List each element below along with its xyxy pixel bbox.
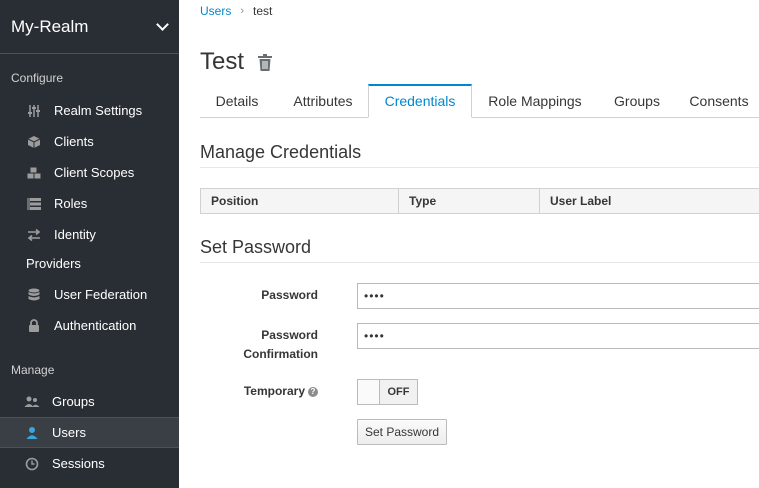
chevron-down-icon xyxy=(156,17,169,31)
sidebar-item-users[interactable]: Users xyxy=(0,417,179,448)
sidebar-item-label-continued: Providers xyxy=(26,256,81,271)
sidebar-item-realm-settings[interactable]: Realm Settings xyxy=(0,95,179,126)
sidebar-item-label: Roles xyxy=(54,196,88,211)
sidebar-item-client-scopes[interactable]: Client Scopes xyxy=(0,157,179,188)
tab-attributes[interactable]: Attributes xyxy=(278,84,368,118)
sidebar-item-label: Realm Settings xyxy=(54,103,143,118)
sidebar: My-Realm Configure Realm Settings Client… xyxy=(0,0,179,488)
toggle-state-label: OFF xyxy=(387,386,410,398)
tab-details[interactable]: Details xyxy=(200,84,274,118)
cubes-icon xyxy=(26,166,42,180)
sidebar-item-sessions[interactable]: Sessions xyxy=(0,448,179,479)
cube-icon xyxy=(26,135,42,149)
user-icon xyxy=(24,426,40,440)
password-label: Password xyxy=(261,288,318,302)
sidebar-item-authentication[interactable]: Authentication xyxy=(0,310,179,341)
password-confirmation-input[interactable]: •••• xyxy=(357,323,759,349)
password-confirmation-label: Password Confirmation xyxy=(200,326,318,364)
sidebar-item-roles[interactable]: Roles xyxy=(0,188,179,219)
section-label-configure: Configure xyxy=(11,71,64,85)
tab-bar: Details Attributes Credentials Role Mapp… xyxy=(200,84,759,118)
sidebar-item-label: User Federation xyxy=(54,287,148,302)
realm-selector[interactable]: My-Realm xyxy=(0,0,179,54)
exchange-icon xyxy=(26,228,42,242)
sidebar-item-identity-providers[interactable]: Identity xyxy=(0,219,179,250)
sidebar-item-label: Authentication xyxy=(54,318,137,333)
sidebar-item-label: Users xyxy=(52,425,86,440)
manage-credentials-heading: Manage Credentials xyxy=(200,142,362,162)
sidebar-item-label: Clients xyxy=(54,134,94,149)
tab-groups[interactable]: Groups xyxy=(598,84,676,118)
password-input[interactable]: •••• xyxy=(357,283,759,309)
divider xyxy=(200,167,759,168)
main-content: Users › test Test Details Attributes Cre… xyxy=(179,0,759,488)
breadcrumb: Users › test xyxy=(200,4,272,18)
credentials-table-header: Position Type User Label xyxy=(200,188,759,214)
help-icon[interactable]: ? xyxy=(308,386,318,397)
column-header-position[interactable]: Position xyxy=(201,189,399,213)
clock-icon xyxy=(24,457,40,471)
breadcrumb-link-users[interactable]: Users xyxy=(200,4,231,18)
sidebar-item-groups[interactable]: Groups xyxy=(0,386,179,417)
temporary-toggle[interactable]: OFF xyxy=(357,379,418,405)
temporary-label: Temporary? xyxy=(200,382,318,401)
breadcrumb-current: test xyxy=(253,4,273,18)
sidebar-item-label: Sessions xyxy=(52,456,105,471)
temporary-label-text: Temporary xyxy=(243,384,305,398)
password-confirmation-label-line2: Confirmation xyxy=(243,347,318,361)
section-label-manage: Manage xyxy=(11,363,55,377)
tab-consents[interactable]: Consents xyxy=(678,84,759,118)
sliders-icon xyxy=(26,104,42,118)
password-confirmation-label-line1: Password xyxy=(261,328,318,342)
sidebar-item-label: Client Scopes xyxy=(54,165,135,180)
breadcrumb-separator-icon: › xyxy=(240,5,245,17)
trash-icon[interactable] xyxy=(258,54,273,74)
lock-icon xyxy=(26,318,42,333)
column-header-user-label[interactable]: User Label xyxy=(540,189,759,213)
list-icon xyxy=(26,197,42,211)
title-row: Test xyxy=(200,48,273,76)
toggle-knob xyxy=(358,380,380,404)
set-password-button[interactable]: Set Password xyxy=(357,419,447,445)
tab-role-mappings[interactable]: Role Mappings xyxy=(476,84,594,118)
users-icon xyxy=(24,395,40,409)
sidebar-item-user-federation[interactable]: User Federation xyxy=(0,279,179,310)
column-header-type[interactable]: Type xyxy=(399,189,540,213)
set-password-heading: Set Password xyxy=(200,237,312,257)
realm-name: My-Realm xyxy=(11,16,89,36)
divider xyxy=(200,262,759,263)
page-title: Test xyxy=(200,48,245,75)
sidebar-item-label: Groups xyxy=(52,394,95,409)
database-icon xyxy=(26,288,42,302)
tab-credentials[interactable]: Credentials xyxy=(368,84,472,118)
sidebar-item-label: Identity xyxy=(54,227,96,242)
sidebar-item-clients[interactable]: Clients xyxy=(0,126,179,157)
